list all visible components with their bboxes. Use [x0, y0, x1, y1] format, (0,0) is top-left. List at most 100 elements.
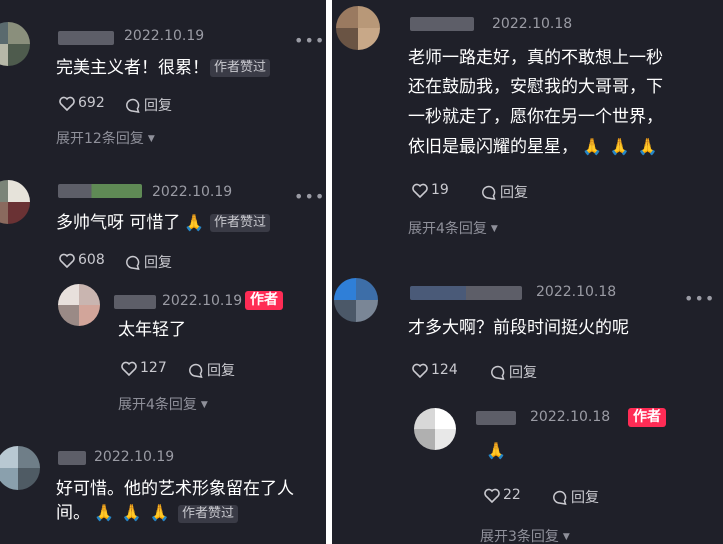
like-count: 692	[78, 95, 105, 111]
comment-date: 2022.10.19	[124, 28, 205, 44]
more-dots-icon[interactable]: •••	[294, 189, 325, 205]
author-badge: 作者	[245, 291, 283, 310]
comment-bubble-icon	[126, 98, 140, 113]
reply-label: 回复	[144, 98, 172, 114]
like-button[interactable]: 19	[412, 182, 449, 198]
comment-date: 2022.10.18	[536, 284, 617, 300]
comment-text: 才多大啊？前段时间挺火的呢	[408, 318, 629, 338]
more-dots-icon[interactable]: •••	[684, 291, 715, 307]
comment-text-content: 依旧是最闪耀的星星，	[408, 137, 578, 157]
heart-icon	[412, 183, 428, 198]
avatar[interactable]	[0, 22, 30, 66]
like-count: 608	[78, 252, 105, 268]
reply-label: 回复	[509, 365, 537, 381]
reply-label: 回复	[571, 490, 599, 506]
reply-button[interactable]: 回复	[552, 487, 599, 507]
pray-emoji-icon: 🙏	[609, 137, 630, 156]
author-liked-tag: 作者赞过	[210, 59, 271, 77]
reply-button[interactable]: 回复	[481, 182, 528, 202]
avatar[interactable]	[0, 180, 30, 224]
pray-emoji-icon: 🙏	[637, 137, 658, 156]
author-liked-tag: 作者赞过	[210, 214, 271, 232]
comment-date: 2022.10.19	[94, 449, 175, 465]
comment-text-line: 依旧是最闪耀的星星， 🙏 🙏 🙏	[408, 131, 662, 163]
reply-text: 太年轻了	[118, 320, 186, 340]
comment-text: 多帅气呀 可惜了 🙏	[56, 207, 208, 239]
like-count: 19	[431, 182, 449, 198]
avatar[interactable]	[0, 446, 40, 490]
username-blurred[interactable]	[58, 451, 86, 465]
chevron-down-icon: ▼	[200, 400, 208, 410]
expand-replies[interactable]: 展开12条回复 ▼	[56, 128, 155, 148]
pray-emoji-icon: 🙏	[486, 441, 506, 460]
comment-text-line: 老师一路走好，真的不敢想上一秒	[408, 48, 663, 68]
username-blurred[interactable]	[58, 31, 114, 45]
chevron-down-icon: ▼	[490, 224, 498, 234]
expand-label: 展开4条回复	[408, 221, 487, 237]
comment-bubble-icon	[189, 363, 203, 378]
heart-icon	[121, 361, 137, 376]
like-count: 124	[431, 362, 458, 378]
pray-emoji-icon: 🙏	[121, 503, 142, 522]
comment-date: 2022.10.19	[152, 184, 233, 200]
username-blurred[interactable]	[410, 17, 474, 31]
avatar[interactable]	[58, 284, 100, 326]
author-badge: 作者	[628, 408, 666, 427]
reply-button[interactable]: 回复	[125, 252, 172, 272]
avatar[interactable]	[336, 6, 380, 50]
right-comment-panel: 2022.10.18 老师一路走好，真的不敢想上一秒 还在鼓励我，安慰我的大哥哥…	[332, 0, 723, 544]
comment-text-line: 还在鼓励我，安慰我的大哥哥，下	[408, 77, 663, 97]
expand-replies[interactable]: 展开4条回复 ▼	[118, 394, 208, 414]
comment-text-line: 间。 🙏 🙏 🙏	[56, 497, 174, 529]
reply-date: 2022.10.18	[530, 409, 611, 425]
reply-date: 2022.10.19	[162, 293, 243, 309]
like-count: 22	[503, 487, 521, 503]
comment-bubble-icon	[553, 490, 567, 505]
chevron-down-icon: ▼	[147, 134, 155, 144]
like-button[interactable]: 127	[121, 360, 167, 376]
comment-bubble-icon	[126, 255, 140, 270]
username-blurred[interactable]	[58, 184, 142, 198]
pray-emoji-icon: 🙏	[149, 503, 170, 522]
avatar[interactable]	[334, 278, 378, 322]
username-blurred[interactable]	[476, 411, 516, 425]
like-button[interactable]: 124	[412, 362, 458, 378]
comment-text-line: 一秒就走了，愿你在另一个世界，	[408, 107, 663, 127]
reply-label: 回复	[144, 255, 172, 271]
comment-bubble-icon	[482, 185, 496, 200]
heart-icon	[59, 96, 75, 111]
pray-emoji-icon: 🙏	[184, 213, 205, 232]
like-count: 127	[140, 360, 167, 376]
username-blurred[interactable]	[410, 286, 522, 300]
heart-icon	[59, 253, 75, 268]
comment-text-content: 多帅气呀 可惜了	[56, 213, 181, 233]
like-button[interactable]: 22	[484, 487, 521, 503]
more-dots-icon[interactable]: •••	[294, 33, 325, 49]
left-comment-panel: 2022.10.19 ••• 完美主义者！很累！ 作者赞过 692 回复 展开1…	[0, 0, 326, 544]
chevron-down-icon: ▼	[562, 532, 570, 542]
heart-icon	[484, 488, 500, 503]
expand-replies[interactable]: 展开3条回复 ▼	[480, 526, 570, 544]
expand-label: 展开3条回复	[480, 529, 559, 544]
reply-label: 回复	[500, 185, 528, 201]
pray-emoji-icon: 🙏	[94, 503, 114, 522]
username-blurred[interactable]	[114, 295, 156, 309]
expand-label: 展开4条回复	[118, 397, 197, 413]
reply-label: 回复	[207, 363, 235, 379]
comment-text-content: 间。	[56, 503, 90, 523]
expand-replies[interactable]: 展开4条回复 ▼	[408, 218, 498, 238]
avatar[interactable]	[414, 408, 456, 450]
like-button[interactable]: 608	[59, 252, 105, 268]
pray-emoji-icon: 🙏	[582, 137, 602, 156]
reply-button[interactable]: 回复	[490, 362, 537, 382]
author-liked-tag: 作者赞过	[178, 505, 239, 523]
comment-date: 2022.10.18	[492, 16, 573, 32]
expand-label: 展开12条回复	[56, 131, 144, 147]
heart-icon	[412, 363, 428, 378]
comment-text: 完美主义者！很累！	[56, 58, 209, 78]
like-button[interactable]: 692	[59, 95, 105, 111]
comment-bubble-icon	[491, 365, 505, 380]
reply-text: 🙏	[482, 435, 510, 467]
reply-button[interactable]: 回复	[125, 95, 172, 115]
reply-button[interactable]: 回复	[188, 360, 235, 380]
